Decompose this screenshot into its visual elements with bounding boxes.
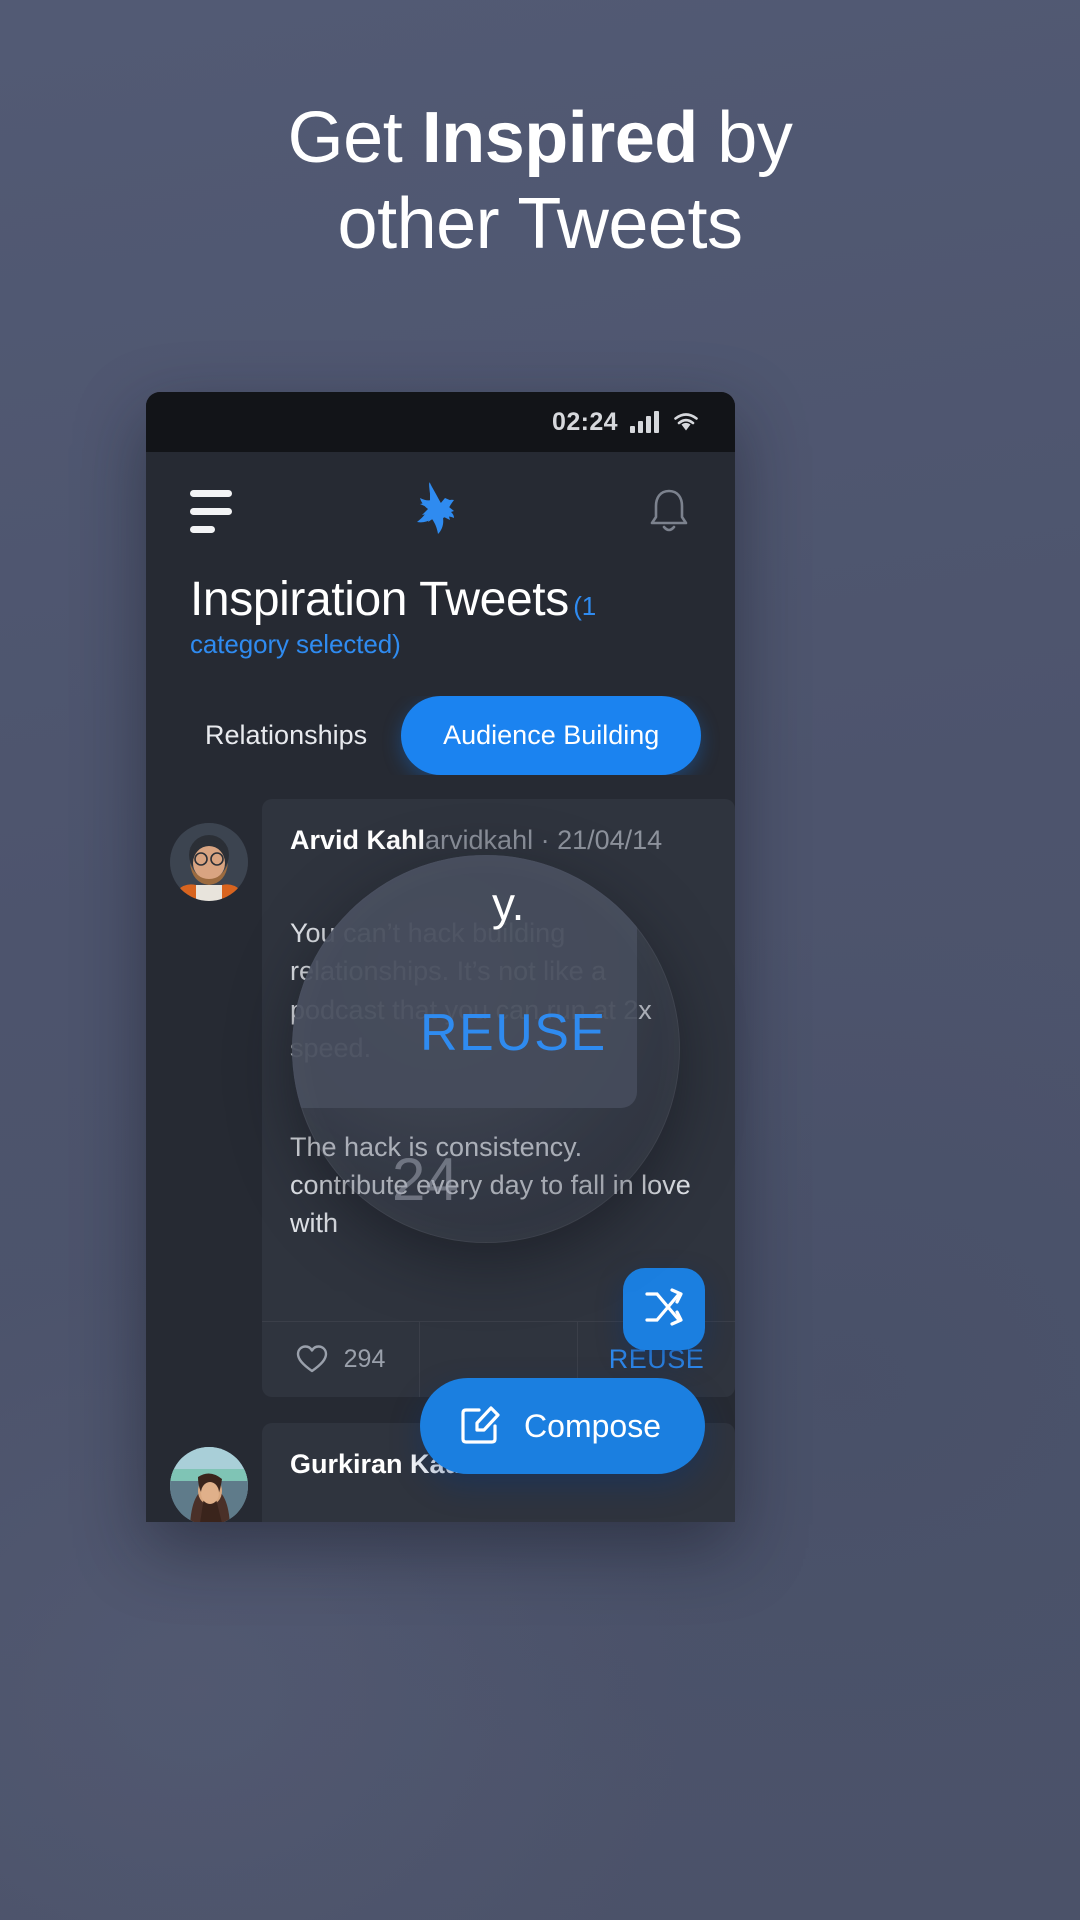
wifi-icon [671,410,701,434]
compose-button[interactable]: Compose [420,1378,705,1474]
headline-line1-pre: Get [287,98,422,178]
tab-audience-building[interactable]: Audience Building [401,695,702,775]
status-bar: 02:24 [146,392,735,452]
bell-icon[interactable] [647,485,691,537]
shuffle-button[interactable] [623,1268,705,1350]
page-headline: Get Inspired by other Tweets [0,96,1080,267]
headline-line1-post: by [697,98,793,178]
tweet-author-name: Arvid Kahl [290,824,426,855]
magnified-reuse-label[interactable]: REUSE [420,1003,607,1063]
headline-line1-bold: Inspired [421,98,699,178]
shuffle-icon [641,1284,687,1335]
like-count: 294 [343,1344,386,1373]
bird-logo-icon [404,480,476,542]
magnifier-bubble: y. REUSE 24 [292,855,680,1243]
tweet-body: ORGANIC DIGITAL MARK GIVE YOU CUSTOMERS … [290,1500,707,1522]
category-tabs[interactable]: e Relationships Audience Building Entrep… [146,695,735,775]
signal-bars-icon [630,411,659,433]
magnifier-content: y. REUSE 24 [292,855,680,1243]
tab-entrepreneurship[interactable]: Entrepreneurship [701,698,735,773]
tab-relationships[interactable]: Relationships [171,698,401,773]
avatar[interactable] [170,822,248,901]
page-title-block: Inspiration Tweets (1 category selected) [146,570,735,660]
compose-pencil-icon [458,1402,502,1451]
app-header [146,452,735,570]
magnified-count-fragment: 24 [392,1146,459,1213]
tweet-meta: Arvid Kahlarvidkahl · 21/04/14 [290,825,707,856]
compose-label: Compose [524,1407,661,1444]
like-action[interactable]: 294 [262,1321,420,1397]
tweet-date: 21/04/14 [557,824,663,855]
tweet-author-handle: arvidkahl [425,824,534,855]
heart-icon [296,1344,328,1374]
headline-line2: other Tweets [337,183,743,264]
tweet-meta-separator: · [533,824,558,855]
tab-partial-left[interactable]: e [146,698,171,773]
magnified-card [292,855,637,1108]
avatar[interactable] [170,1446,248,1522]
status-bar-time: 02:24 [552,407,618,436]
page-title: Inspiration Tweets [190,573,569,626]
hamburger-menu-icon[interactable] [190,489,232,533]
magnified-text-fragment: y. [492,878,525,930]
